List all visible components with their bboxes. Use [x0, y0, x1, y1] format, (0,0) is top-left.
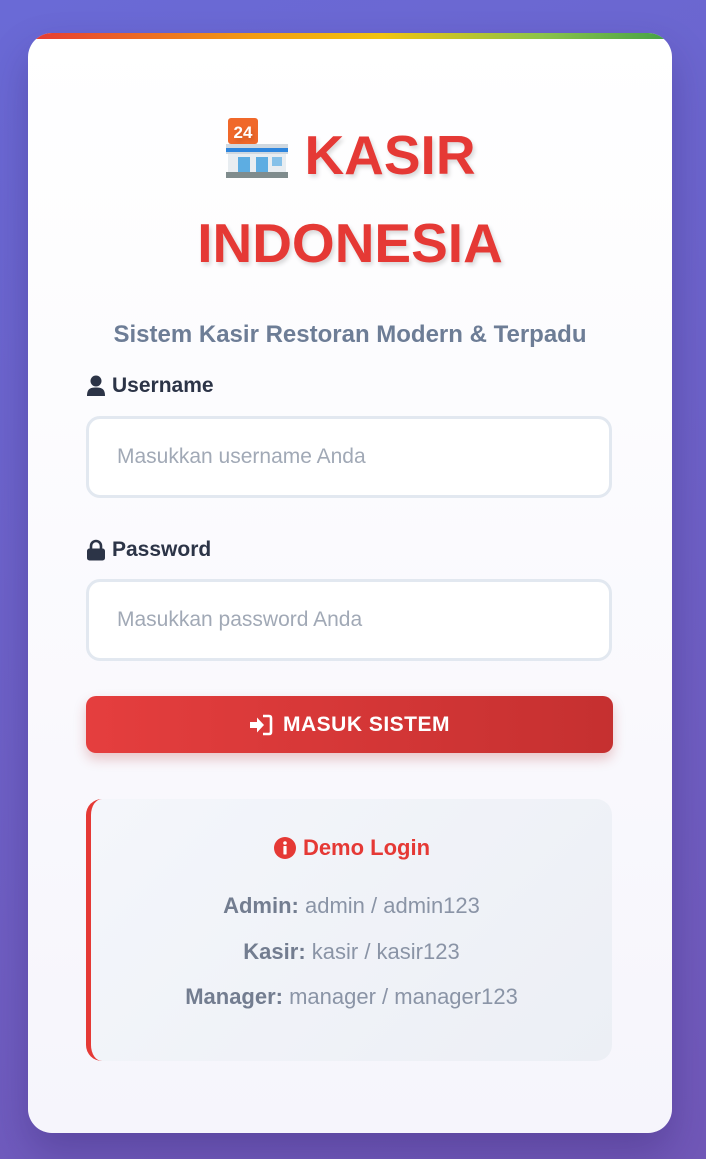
gradient-top-bar [28, 33, 672, 39]
demo-role: Kasir: [243, 939, 306, 964]
store-icon: 24 [226, 118, 289, 178]
password-input[interactable] [86, 579, 612, 661]
demo-credentials: admin / admin123 [305, 893, 480, 918]
demo-account-kasir: Kasir: kasir / kasir123 [91, 939, 612, 965]
demo-login-title: Demo Login [91, 835, 612, 861]
demo-account-admin: Admin: admin / admin123 [91, 893, 612, 919]
app-title-line1: KASIR [304, 124, 476, 186]
demo-role: Manager: [185, 984, 283, 1009]
login-button-label: MASUK SISTEM [282, 712, 450, 736]
svg-text:24: 24 [234, 123, 253, 142]
password-label: Password [86, 536, 211, 564]
demo-role: Admin: [223, 893, 299, 918]
username-input[interactable] [86, 416, 612, 498]
demo-login-title-text: Demo Login [302, 835, 431, 860]
login-button[interactable]: MASUK SISTEM [86, 696, 613, 753]
username-label-text: Username [112, 374, 214, 397]
demo-credentials: manager / manager123 [289, 984, 518, 1009]
username-label: Username [86, 372, 214, 400]
app-title-line2: INDONESIA [197, 212, 503, 274]
sign-in-icon [249, 714, 273, 735]
lock-icon [87, 539, 105, 561]
demo-credentials: kasir / kasir123 [311, 939, 460, 964]
app-title: 24 KASIR INDONESIA [28, 111, 672, 287]
user-icon [87, 375, 105, 396]
demo-login-panel: Demo Login Admin: admin / admin123 Kasir… [86, 799, 612, 1061]
password-label-text: Password [112, 538, 212, 561]
demo-account-manager: Manager: manager / manager123 [91, 984, 612, 1010]
info-circle-icon [273, 837, 296, 859]
app-subtitle: Sistem Kasir Restoran Modern & Terpadu [113, 321, 587, 348]
login-card: 24 KASIR INDONESIA Sistem Kasir Restoran… [28, 33, 672, 1133]
